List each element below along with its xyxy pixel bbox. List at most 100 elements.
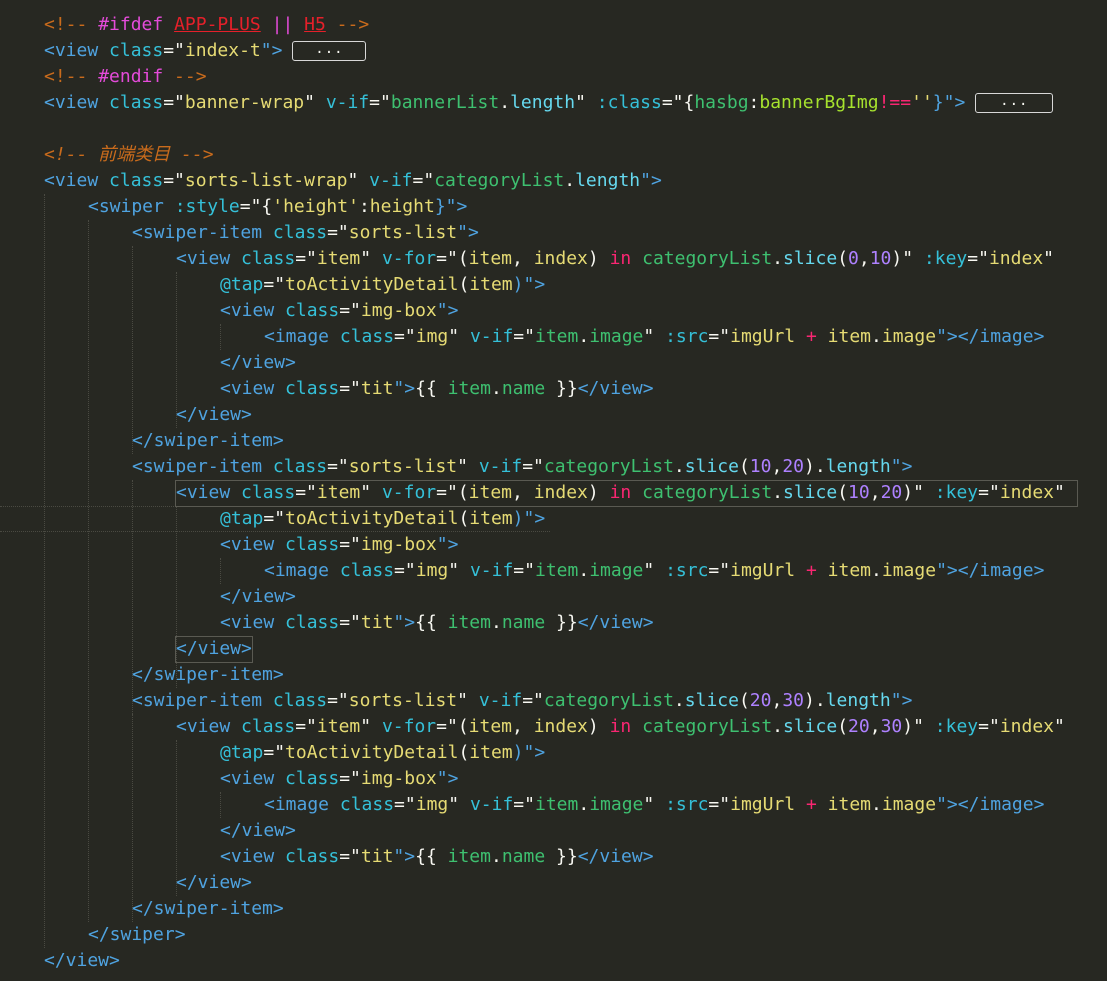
code-token: 20 [848, 716, 870, 737]
code-token: item [469, 274, 513, 295]
fold-collapsed-button[interactable]: ... [975, 93, 1054, 113]
code-token: 20 [880, 482, 903, 503]
code-token: . [499, 92, 511, 113]
code-token: v-if [325, 92, 370, 113]
code-token: bannerBgImg [759, 92, 879, 113]
code-token: v-if [369, 170, 413, 191]
code-line[interactable]: <view class="banner-wrap" v-if="bannerLi… [0, 90, 1107, 116]
code-token: . [490, 378, 502, 399]
code-token: v-if [469, 560, 514, 581]
fold-collapsed-button[interactable]: ... [292, 41, 367, 61]
code-token: =" [708, 794, 731, 815]
code-token: <swiper [88, 196, 175, 217]
code-line[interactable]: <view class="img-box"> [0, 298, 1107, 324]
code-token: img [415, 326, 449, 347]
code-token: =" [967, 248, 989, 269]
code-text: </view> [176, 636, 252, 662]
code-token: tit [360, 378, 394, 399]
code-line[interactable]: <image class="img" v-if="item.image" :sr… [0, 792, 1107, 818]
code-line[interactable]: <view class="item" v-for="(item, index) … [0, 480, 1107, 506]
code-line[interactable]: </view> [0, 402, 1107, 428]
code-token: item [469, 508, 513, 529]
code-token: + [805, 560, 817, 581]
code-line[interactable] [0, 116, 1107, 142]
code-line[interactable]: <image class="img" v-if="item.image" :sr… [0, 558, 1107, 584]
code-text: <image class="img" v-if="item.image" :sr… [264, 324, 1044, 350]
code-token: </view> [220, 352, 296, 373]
code-token: " [1043, 248, 1054, 269]
code-token: :key [923, 248, 968, 269]
code-token: categoryList [543, 456, 674, 477]
code-token: item [468, 248, 513, 269]
code-line[interactable]: <swiper :style="{'height':height}"> [0, 194, 1107, 220]
code-token: <swiper-item [132, 690, 273, 711]
code-line[interactable]: </view> [0, 948, 1107, 974]
code-line[interactable]: <view class="index-t">... [0, 38, 1107, 64]
code-token: 10 [749, 456, 772, 477]
code-line[interactable]: </swiper-item> [0, 896, 1107, 922]
code-line[interactable]: <view class="item" v-for="(item, index) … [0, 714, 1107, 740]
code-token: =" [513, 326, 535, 347]
code-text: </swiper-item> [132, 428, 284, 454]
code-line[interactable]: </swiper-item> [0, 428, 1107, 454]
code-line[interactable]: <view class="tit">{{ item.name }}</view> [0, 376, 1107, 402]
code-editor[interactable]: <!-- #ifdef APP-PLUS || H5 --> <view clas… [0, 0, 1107, 981]
code-token: <!-- 前端类目 --> [44, 144, 214, 165]
code-token: ( [738, 690, 750, 711]
code-line[interactable]: @tap="toActivityDetail(item)"> [0, 506, 1107, 532]
code-line[interactable]: <swiper-item class="sorts-list" v-if="ca… [0, 688, 1107, 714]
code-line[interactable]: <!-- 前端类目 --> [0, 142, 1107, 168]
code-token: <view [176, 716, 242, 737]
code-line[interactable]: <swiper-item class="sorts-list" v-if="ca… [0, 454, 1107, 480]
code-line[interactable]: <!-- #ifdef APP-PLUS || H5 --> [0, 12, 1107, 38]
code-token: " [643, 326, 666, 347]
code-token: "> [640, 170, 662, 191]
code-token: <view [44, 170, 110, 191]
code-token: v-for [381, 482, 437, 503]
code-line[interactable]: @tap="toActivityDetail(item)"> [0, 272, 1107, 298]
code-token: </view> [176, 872, 252, 893]
code-line[interactable]: </view> [0, 350, 1107, 376]
code-token: }"> [434, 196, 468, 217]
code-line[interactable]: </view> [0, 870, 1107, 896]
code-token: '' [911, 92, 933, 113]
code-text: <!-- #ifdef APP-PLUS || H5 --> [44, 12, 369, 38]
code-line[interactable]: </view> [0, 818, 1107, 844]
code-line[interactable]: @tap="toActivityDetail(item)"> [0, 740, 1107, 766]
code-token: index [533, 482, 588, 503]
code-line[interactable]: <view class="img-box"> [0, 532, 1107, 558]
code-line[interactable]: </swiper-item> [0, 662, 1107, 688]
code-line[interactable]: </view> [0, 584, 1107, 610]
code-line[interactable]: <image class="img" v-if="item.image" :sr… [0, 324, 1107, 350]
code-line[interactable]: <view class="tit">{{ item.name }}</view> [0, 610, 1107, 636]
code-token: categoryList [543, 690, 674, 711]
code-token: {{ [415, 378, 448, 399]
code-token: {{ [415, 846, 448, 867]
code-line[interactable]: <!-- #endif --> [0, 64, 1107, 90]
code-token: 0 [848, 248, 859, 269]
code-token: =" [263, 274, 286, 295]
code-token: <!-- [44, 66, 99, 87]
code-token: v-if [469, 794, 514, 815]
code-token: =" [369, 92, 391, 113]
code-line[interactable]: </view> [0, 636, 1107, 662]
code-line[interactable]: <view class="img-box"> [0, 766, 1107, 792]
code-token: "> [260, 40, 283, 61]
code-token: " [448, 560, 470, 581]
code-line[interactable]: <view class="sorts-list-wrap" v-if="cate… [0, 168, 1107, 194]
code-line[interactable]: </swiper> [0, 922, 1107, 948]
code-token: imgUrl [730, 794, 796, 815]
code-token: </view> [176, 404, 252, 425]
code-token: " [360, 248, 382, 269]
code-token: =" [522, 690, 544, 711]
code-line[interactable]: <view class="tit">{{ item.name }}</view> [0, 844, 1107, 870]
code-token: =" [394, 326, 416, 347]
code-text: @tap="toActivityDetail(item)"> [220, 740, 545, 766]
code-token: " [360, 716, 382, 737]
code-line[interactable]: <swiper-item class="sorts-list"> [0, 220, 1107, 246]
code-token: " [457, 690, 479, 711]
code-line[interactable]: <view class="item" v-for="(item, index) … [0, 246, 1107, 272]
code-token: " [448, 326, 470, 347]
